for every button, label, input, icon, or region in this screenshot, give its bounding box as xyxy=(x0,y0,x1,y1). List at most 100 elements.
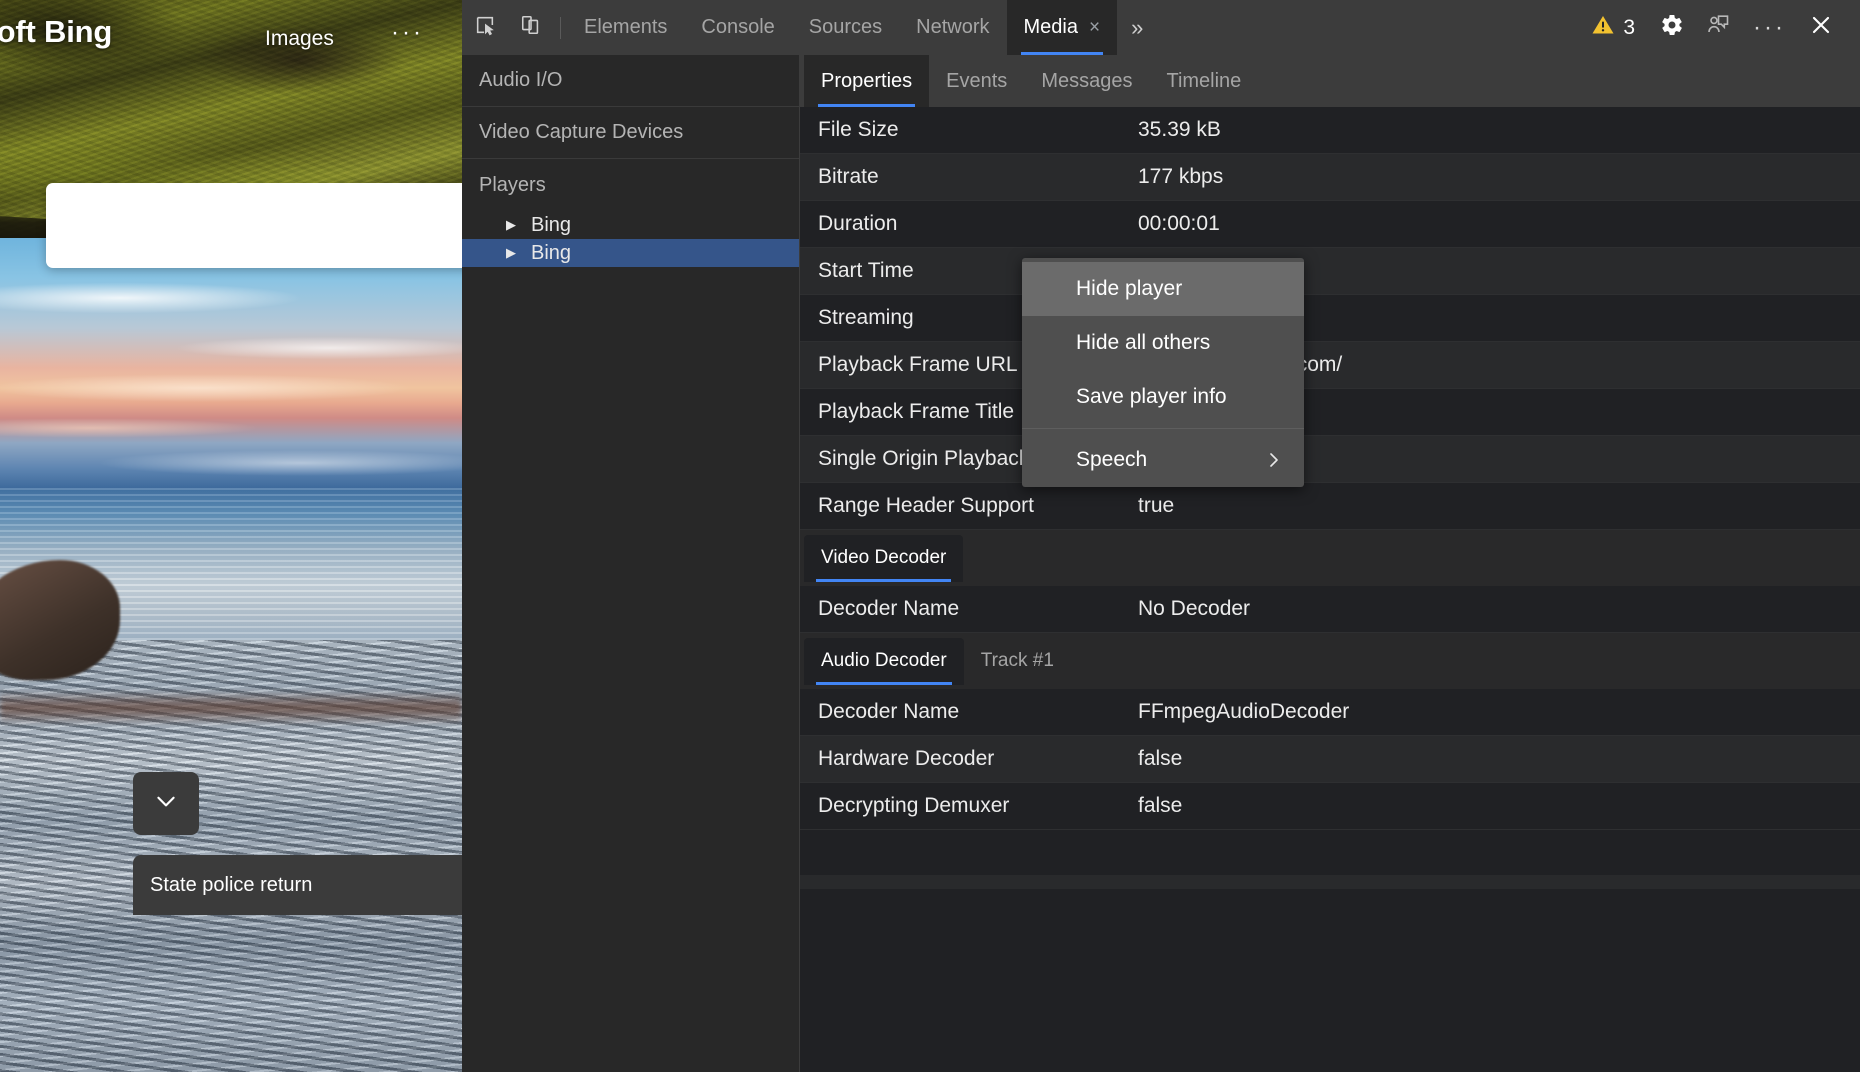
bing-logo[interactable]: rosoft Bing xyxy=(0,14,112,50)
warning-triangle-icon xyxy=(1591,13,1615,42)
sidebar-section-video-capture-devices[interactable]: Video Capture Devices xyxy=(462,107,799,159)
property-value: false xyxy=(1138,794,1183,817)
tab-label: Network xyxy=(916,16,990,38)
expand-triangle-icon[interactable]: ▶ xyxy=(506,217,516,233)
bing-expand-chevron-button[interactable] xyxy=(133,772,199,835)
property-row: Bitrate 177 kbps xyxy=(800,154,1860,201)
tab-label: Media xyxy=(1023,16,1078,38)
property-row: Duration 00:00:01 xyxy=(800,201,1860,248)
tab-label: Properties xyxy=(821,69,913,92)
toolbar-right-group: 3 ··· xyxy=(1591,7,1860,49)
feedback-person-icon xyxy=(1706,13,1730,42)
property-row: File Size 35.39 kB xyxy=(800,107,1860,154)
property-value: 00:00:01 xyxy=(1138,212,1220,235)
player-list-item-1[interactable]: ▶ Bing xyxy=(462,211,799,239)
tab-label: Console xyxy=(701,16,775,38)
sidebar-section-players[interactable]: Players xyxy=(462,159,799,211)
media-sidebar: Audio I/O Video Capture Devices Players … xyxy=(462,55,800,1072)
property-row: Range Header Support true xyxy=(800,483,1860,530)
warning-count: 3 xyxy=(1623,15,1636,39)
context-menu-item-hide-player[interactable]: Hide player xyxy=(1022,262,1304,316)
feedback-button[interactable] xyxy=(1695,7,1741,49)
close-icon xyxy=(1809,13,1833,42)
property-value: FFmpegAudioDecoder xyxy=(1138,700,1350,723)
gear-icon xyxy=(1660,13,1684,42)
context-menu-item-hide-all-others[interactable]: Hide all others xyxy=(1022,316,1304,370)
settings-button[interactable] xyxy=(1649,7,1695,49)
tab-elements[interactable]: Elements xyxy=(567,0,684,55)
player-list-item-2[interactable]: ▶ Bing xyxy=(462,239,799,267)
property-value: true xyxy=(1138,494,1175,517)
tab-label: Elements xyxy=(584,16,668,38)
context-menu-separator xyxy=(1022,428,1304,429)
bing-page: rosoft Bing Images ··· State police retu… xyxy=(0,0,462,1072)
close-tab-icon[interactable]: × xyxy=(1089,18,1100,37)
property-row: Decoder Name FFmpegAudioDecoder xyxy=(800,689,1860,736)
tab-events[interactable]: Events xyxy=(929,55,1024,107)
sidebar-section-label: Video Capture Devices xyxy=(479,121,684,143)
property-row: Start Time 0 xyxy=(800,248,1860,295)
tab-audio-decoder[interactable]: Audio Decoder xyxy=(804,637,964,685)
tab-timeline[interactable]: Timeline xyxy=(1149,55,1258,107)
tab-label: Messages xyxy=(1041,69,1133,92)
tab-video-decoder[interactable]: Video Decoder xyxy=(804,534,964,582)
tab-label: Sources xyxy=(808,16,883,38)
property-key: Duration xyxy=(818,212,898,235)
tab-console[interactable]: Console xyxy=(684,0,791,55)
property-value: 177 kbps xyxy=(1138,165,1224,188)
bing-images-link[interactable]: Images xyxy=(265,27,334,51)
properties-bottom-strip xyxy=(800,875,1860,889)
context-menu-item-label: Save player info xyxy=(1076,385,1227,408)
toolbar-divider xyxy=(560,16,561,39)
tab-label: Timeline xyxy=(1166,69,1242,92)
player-label: Bing xyxy=(531,213,572,236)
sidebar-section-label: Audio I/O xyxy=(479,69,563,91)
properties-tab-bar: Properties Events Messages Timeline xyxy=(800,55,1860,107)
property-row: Playback Frame URL https://www.bing.com/ xyxy=(800,342,1860,389)
context-menu-item-label: Hide all others xyxy=(1076,331,1211,354)
property-row: Playback Frame Title Bing xyxy=(800,389,1860,436)
photo-sky xyxy=(0,238,462,488)
tab-messages[interactable]: Messages xyxy=(1024,55,1149,107)
expand-triangle-icon[interactable]: ▶ xyxy=(506,245,516,261)
properties-filler xyxy=(800,830,1860,875)
inspect-element-icon xyxy=(474,14,496,41)
devtools-more-options-button[interactable]: ··· xyxy=(1741,15,1798,39)
tab-label: Events xyxy=(946,69,1008,92)
more-tabs-button[interactable]: » xyxy=(1117,0,1157,55)
property-value: No Decoder xyxy=(1138,597,1251,620)
bing-top-nav: rosoft Bing Images ··· xyxy=(0,0,462,62)
warnings-indicator[interactable]: 3 xyxy=(1591,13,1635,42)
devtools-body: Audio I/O Video Capture Devices Players … xyxy=(462,55,1860,1072)
devtools-main-toolbar: Elements Console Sources Network Media ×… xyxy=(462,0,1860,55)
close-devtools-button[interactable] xyxy=(1798,7,1844,49)
sidebar-section-audio-io[interactable]: Audio I/O xyxy=(462,55,799,107)
toggle-device-toolbar-button[interactable] xyxy=(508,8,554,48)
property-key: Range Header Support xyxy=(818,494,1034,517)
context-menu-item-speech[interactable]: Speech xyxy=(1022,433,1304,487)
tab-track-1[interactable]: Track #1 xyxy=(964,638,1071,685)
properties-table: File Size 35.39 kB Bitrate 177 kbps Dura… xyxy=(800,107,1860,1072)
context-menu-item-label: Speech xyxy=(1076,448,1148,471)
photo-rock-band xyxy=(0,690,462,726)
property-row: Streaming false xyxy=(800,295,1860,342)
tab-media[interactable]: Media × xyxy=(1006,0,1118,55)
tab-network[interactable]: Network xyxy=(899,0,1006,55)
bing-caption-bar[interactable]: State police return xyxy=(133,855,462,915)
tab-sources[interactable]: Sources xyxy=(792,0,899,55)
tab-label: Track #1 xyxy=(980,650,1054,671)
property-row: Decrypting Demuxer false xyxy=(800,783,1860,830)
bing-more-menu-button[interactable]: ··· xyxy=(391,21,424,45)
property-value: false xyxy=(1138,747,1183,770)
inspect-element-button[interactable] xyxy=(462,8,508,48)
property-key: File Size xyxy=(818,118,899,141)
tab-label: Audio Decoder xyxy=(821,650,947,671)
properties-pane: Properties Events Messages Timeline File… xyxy=(800,55,1860,1072)
tab-properties[interactable]: Properties xyxy=(804,55,930,107)
screen: rosoft Bing Images ··· State police retu… xyxy=(0,0,1860,1072)
devtools-window: Elements Console Sources Network Media ×… xyxy=(462,0,1860,1072)
property-key: Hardware Decoder xyxy=(818,747,995,770)
sidebar-section-label: Players xyxy=(479,173,546,196)
context-menu-item-save-player-info[interactable]: Save player info xyxy=(1022,370,1304,424)
player-label: Bing xyxy=(531,241,572,264)
